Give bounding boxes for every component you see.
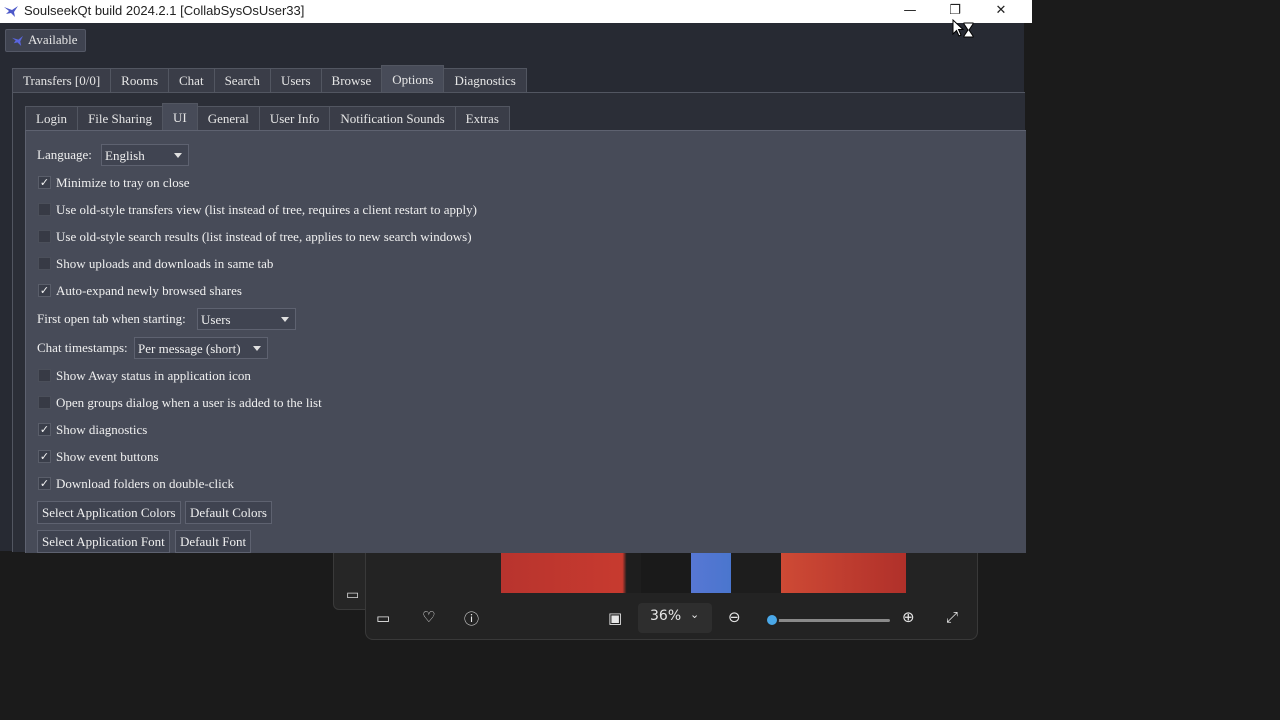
away-status-checkbox[interactable] xyxy=(38,369,51,382)
same-tab-checkbox[interactable] xyxy=(38,257,51,270)
photo-figure-left xyxy=(641,547,691,593)
soulseek-bird-icon xyxy=(4,6,18,17)
language-select[interactable]: English xyxy=(101,144,189,166)
groups-dialog-checkbox[interactable] xyxy=(38,396,51,409)
photo-figure-right xyxy=(731,547,781,593)
tab-search[interactable]: Search xyxy=(213,68,271,92)
away-status-label: Show Away status in application icon xyxy=(56,368,251,383)
tab-user-info[interactable]: User Info xyxy=(258,106,331,130)
show-event-buttons-checkbox[interactable]: ✓ xyxy=(38,450,51,463)
auto-expand-checkbox[interactable]: ✓ xyxy=(38,284,51,297)
main-tab-bar: Transfers [0/0] Rooms Chat Search Users … xyxy=(12,65,527,92)
auto-expand-label: Auto-expand newly browsed shares xyxy=(56,283,242,298)
info-icon[interactable]: ⓘ xyxy=(464,608,479,629)
zoom-dropdown[interactable]: 36% ⌄ xyxy=(638,603,712,633)
download-folders-checkbox[interactable]: ✓ xyxy=(38,477,51,490)
tab-extras[interactable]: Extras xyxy=(454,106,510,130)
tab-general[interactable]: General xyxy=(196,106,260,130)
first-tab-value: Users xyxy=(201,312,231,327)
photo-preview xyxy=(501,547,906,593)
minimize-to-tray-checkbox[interactable]: ✓ xyxy=(38,176,51,189)
tab-users[interactable]: Users xyxy=(269,68,322,92)
tab-notification-sounds[interactable]: Notification Sounds xyxy=(329,106,456,130)
chevron-down-icon: ⌄ xyxy=(690,608,700,621)
first-tab-label: First open tab when starting: xyxy=(37,311,186,326)
show-diagnostics-checkbox[interactable]: ✓ xyxy=(38,423,51,436)
old-style-search-label: Use old-style search results (list inste… xyxy=(56,229,472,244)
dropdown-arrow-icon xyxy=(253,346,261,351)
show-event-buttons-label: Show event buttons xyxy=(56,449,159,464)
minimize-button[interactable]: — xyxy=(887,0,933,23)
tab-diagnostics[interactable]: Diagnostics xyxy=(443,68,527,92)
status-label: Available xyxy=(28,32,78,47)
timestamps-value: Per message (short) xyxy=(138,341,241,356)
minimize-to-tray-label: Minimize to tray on close xyxy=(56,175,190,190)
status-bird-icon xyxy=(12,35,23,46)
ui-options-page: Language: English ✓ Minimize to tray on … xyxy=(25,130,1026,553)
default-colors-button[interactable]: Default Colors xyxy=(185,501,272,524)
tab-ui[interactable]: UI xyxy=(161,103,198,130)
show-diagnostics-label: Show diagnostics xyxy=(56,422,148,437)
title-bar: SoulseekQt build 2024.2.1 [CollabSysOsUs… xyxy=(0,0,1032,23)
zoom-out-icon[interactable]: ⊖ xyxy=(728,608,741,626)
photos-viewer-window: ▭ ▭ ♡ ⓘ ▣ 36% ⌄ ⊖ ⊕ ⤢ xyxy=(333,540,978,640)
select-application-font-button[interactable]: Select Application Font xyxy=(37,530,170,553)
tab-chat[interactable]: Chat xyxy=(168,68,215,92)
language-label: Language: xyxy=(37,147,92,162)
old-style-transfers-checkbox[interactable] xyxy=(38,203,51,216)
dropdown-arrow-icon xyxy=(281,317,289,322)
first-tab-select[interactable]: Users xyxy=(197,308,296,330)
tab-file-sharing[interactable]: File Sharing xyxy=(77,106,163,130)
soulseek-main-window: Available Transfers [0/0] Rooms Chat Sea… xyxy=(0,23,1026,553)
same-tab-label: Show uploads and downloads in same tab xyxy=(56,256,274,271)
status-button[interactable]: Available xyxy=(5,29,86,52)
options-tab-bar: Login File Sharing UI General User Info … xyxy=(25,103,510,130)
tab-transfers[interactable]: Transfers [0/0] xyxy=(12,68,112,92)
tab-rooms[interactable]: Rooms xyxy=(110,68,169,92)
download-folders-label: Download folders on double-click xyxy=(56,476,234,491)
zoom-in-icon[interactable]: ⊕ xyxy=(902,608,915,626)
filmstrip-icon[interactable]: ▭ xyxy=(376,609,390,627)
old-style-transfers-label: Use old-style transfers view (list inste… xyxy=(56,202,477,217)
fit-to-window-icon[interactable]: ▣ xyxy=(608,609,622,627)
window-title: SoulseekQt build 2024.2.1 [CollabSysOsUs… xyxy=(24,3,305,18)
dropdown-arrow-icon xyxy=(174,153,182,158)
zoom-slider[interactable] xyxy=(765,613,890,627)
favorite-heart-icon[interactable]: ♡ xyxy=(422,608,435,626)
tab-options[interactable]: Options xyxy=(381,65,445,92)
old-style-search-checkbox[interactable] xyxy=(38,230,51,243)
groups-dialog-label: Open groups dialog when a user is added … xyxy=(56,395,322,410)
select-application-colors-button[interactable]: Select Application Colors xyxy=(37,501,181,524)
close-button[interactable]: ✕ xyxy=(978,0,1024,23)
busy-cursor-icon xyxy=(952,19,974,38)
zoom-level: 36% xyxy=(650,608,682,624)
timestamps-label: Chat timestamps: xyxy=(37,340,128,355)
photos-main-panel: ▭ ♡ ⓘ ▣ 36% ⌄ ⊖ ⊕ ⤢ xyxy=(365,540,978,640)
options-panel: Login File Sharing UI General User Info … xyxy=(12,92,1026,553)
expand-fullscreen-icon[interactable]: ⤢ xyxy=(946,608,958,626)
zoom-slider-thumb[interactable] xyxy=(765,613,780,627)
language-value: English xyxy=(105,148,145,163)
timestamps-select[interactable]: Per message (short) xyxy=(134,337,268,359)
default-font-button[interactable]: Default Font xyxy=(175,530,252,553)
tab-login[interactable]: Login xyxy=(25,106,79,130)
filmstrip-icon[interactable]: ▭ xyxy=(346,587,359,603)
tab-browse[interactable]: Browse xyxy=(320,68,383,92)
